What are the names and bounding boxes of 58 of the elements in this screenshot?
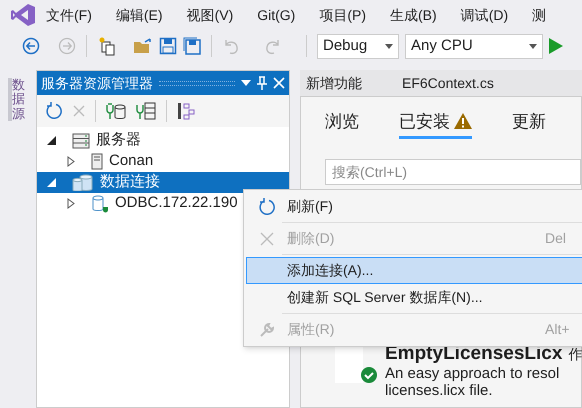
menu-item[interactable]: 生成(B) <box>390 4 437 26</box>
pin-icon[interactable] <box>257 76 267 90</box>
computer-tower-icon <box>91 153 103 170</box>
delete-icon <box>260 232 274 246</box>
expanded-arrow-icon[interactable] <box>47 136 56 145</box>
document-tab[interactable]: 新增功能 <box>306 72 362 94</box>
dropdown-icon[interactable] <box>241 80 251 86</box>
menu-item[interactable]: 文件(F) <box>46 4 92 26</box>
package-name: EmptyLicensesLicx <box>385 343 562 365</box>
document-tab[interactable]: EF6Context.cs <box>402 72 494 94</box>
save-all-icon[interactable] <box>183 37 201 55</box>
close-icon[interactable] <box>273 77 285 89</box>
collapsed-arrow-icon[interactable] <box>67 198 75 209</box>
package-tab[interactable]: 浏览 <box>325 108 359 139</box>
menu-item[interactable]: 视图(V) <box>186 4 234 26</box>
wrench-icon <box>259 322 275 338</box>
server-icon <box>72 132 90 148</box>
tree-item-label: 服务器 <box>96 130 141 150</box>
context-menu-item[interactable]: 刷新(F) <box>246 193 582 220</box>
save-icon[interactable] <box>159 37 177 55</box>
package-description: licenses.licx file. <box>385 382 494 399</box>
dropdown-arrow-icon <box>529 44 537 48</box>
database-plug-icon <box>91 194 109 212</box>
panel-title: 服务器资源管理器 <box>41 74 153 92</box>
dropdown-arrow-icon <box>385 44 393 48</box>
tree-item[interactable]: 服务器 <box>37 130 289 151</box>
package-tab[interactable]: 已安装 <box>399 108 472 139</box>
package-description: An easy approach to resol <box>385 365 560 382</box>
start-icon[interactable] <box>549 38 563 54</box>
app-logo-icon <box>10 2 36 28</box>
package-tab[interactable]: 更新 <box>512 108 546 139</box>
open-folder-icon[interactable] <box>133 37 153 55</box>
search-field[interactable]: 搜索(Ctrl+L) <box>325 159 581 185</box>
tree-item-label: Conan <box>109 151 154 172</box>
warning-icon <box>454 113 472 130</box>
collapsed-arrow-icon[interactable] <box>67 156 75 167</box>
tree-item-label: 数据连接 <box>100 172 160 192</box>
hierarchy-icon[interactable] <box>177 102 195 120</box>
menu-item[interactable]: 调试(D) <box>460 4 508 26</box>
context-menu-item[interactable]: 添加连接(A)... <box>246 257 582 284</box>
connect-database-icon[interactable] <box>106 102 126 120</box>
package-author: 作 <box>568 345 582 364</box>
menu-item[interactable]: Git(G) <box>257 4 296 26</box>
refresh-icon <box>258 198 276 216</box>
refresh-icon[interactable] <box>45 102 63 120</box>
tree-item[interactable]: 数据连接 <box>37 172 289 193</box>
menu-item[interactable]: 项目(P) <box>319 4 366 26</box>
new-project-icon[interactable] <box>97 36 117 56</box>
context-menu-item[interactable]: 创建新 SQL Server 数据库(N)... <box>246 284 582 311</box>
tree-item[interactable]: Conan <box>37 151 289 172</box>
database-icon <box>72 174 94 191</box>
menu-item[interactable]: 编辑(E) <box>116 4 163 26</box>
back-icon[interactable] <box>22 37 40 55</box>
platform-dropdown[interactable]: Any CPU <box>405 34 543 58</box>
connect-server-icon[interactable] <box>136 102 156 120</box>
tree-item-label: ODBC.172.22.190 <box>115 193 238 214</box>
menu-item[interactable]: 测 <box>532 4 546 26</box>
configuration-dropdown[interactable]: Debug <box>317 34 399 58</box>
